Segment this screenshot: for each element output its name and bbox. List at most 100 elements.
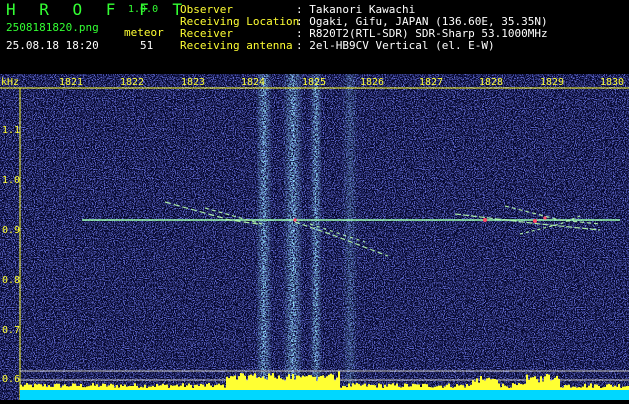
histogram-bar — [376, 387, 378, 390]
histogram-bar — [150, 386, 152, 390]
histogram-bar — [618, 384, 620, 390]
histogram-bar — [98, 386, 100, 390]
histogram-bar — [472, 380, 474, 390]
histogram-bar — [128, 386, 130, 390]
histogram-bar — [318, 376, 320, 390]
histogram-bar — [572, 386, 574, 390]
histogram-bar — [362, 384, 364, 390]
histogram-bar — [212, 387, 214, 390]
meteor-count: 51 — [140, 39, 154, 52]
histogram-bar — [470, 384, 472, 390]
histogram-bar — [574, 386, 576, 390]
histogram-bar — [488, 377, 490, 390]
histogram-bar — [270, 375, 272, 390]
histogram-bar — [294, 379, 296, 390]
x-tick-1827: 1827 — [419, 77, 444, 88]
histogram-bar — [402, 386, 404, 390]
histogram-bar — [78, 385, 80, 390]
histogram-bar — [336, 377, 338, 390]
histogram-bar — [586, 387, 588, 390]
histogram-bar — [404, 383, 406, 390]
histogram-bar — [96, 384, 98, 390]
histogram-bar — [518, 383, 520, 390]
histogram-bar — [282, 379, 284, 390]
histogram-bar — [408, 386, 410, 390]
histogram-bar — [450, 387, 452, 390]
histogram-bar — [568, 384, 570, 390]
histogram-bar — [240, 373, 242, 390]
histogram-bar — [44, 384, 46, 390]
x-tick-1822: 1822 — [120, 77, 145, 88]
histogram-bar — [262, 376, 264, 390]
histogram-bar — [372, 384, 374, 390]
histogram-bar — [148, 386, 150, 390]
histogram-bar — [146, 387, 148, 390]
histogram-bar — [562, 387, 564, 390]
histogram-bar — [274, 377, 276, 390]
histogram-bar — [458, 385, 460, 390]
histogram-bar — [52, 386, 54, 390]
histogram-bar — [118, 387, 120, 390]
histogram-bar — [50, 386, 52, 390]
x-tick-1824: 1824 — [241, 77, 266, 88]
histogram-bar — [352, 383, 354, 390]
histogram-bar — [424, 383, 426, 390]
app-version: 1.0.0 — [128, 4, 159, 15]
histogram-bar — [304, 376, 306, 390]
histogram-bar — [342, 385, 344, 390]
histogram-bar — [134, 383, 136, 390]
histogram-bar — [420, 387, 422, 390]
y-tick-0-9: 0.9 — [2, 225, 21, 236]
histogram-bar — [238, 376, 240, 390]
histogram-bar — [144, 384, 146, 390]
histogram-bar — [626, 386, 628, 390]
histogram-bar — [160, 385, 162, 390]
histogram-bar — [226, 376, 228, 390]
histogram-bar — [378, 383, 380, 390]
histogram-bar — [514, 383, 516, 390]
histogram-bar — [206, 384, 208, 390]
histogram-bar — [422, 383, 424, 390]
histogram-bar — [82, 387, 84, 390]
histogram-bar — [350, 386, 352, 390]
histogram-bar — [392, 383, 394, 390]
histogram-bar — [84, 387, 86, 390]
histogram-bar — [596, 384, 598, 390]
histogram-bar — [62, 385, 64, 390]
histogram-bar — [22, 386, 24, 390]
histogram-bar — [196, 384, 198, 390]
histogram-bar — [576, 387, 578, 390]
histogram-bar — [506, 386, 508, 390]
histogram-bar — [382, 387, 384, 390]
histogram-bar — [386, 386, 388, 390]
histogram-bar — [312, 376, 314, 390]
histogram-bar — [102, 383, 104, 390]
histogram-bar — [388, 383, 390, 390]
histogram-bar — [464, 387, 466, 390]
histogram-bar — [560, 387, 562, 390]
histogram-bar — [120, 384, 122, 390]
histogram-bar — [462, 385, 464, 390]
histogram-bar — [126, 386, 128, 390]
histogram-bar — [260, 377, 262, 390]
histogram-bar — [438, 385, 440, 390]
histogram-bar — [444, 386, 446, 390]
histogram-bar — [580, 387, 582, 390]
histogram-bar — [24, 384, 26, 390]
histogram-bar — [558, 378, 560, 390]
histogram-bar — [530, 377, 532, 390]
histogram-bar — [582, 386, 584, 390]
histogram-bar — [256, 377, 258, 390]
y-tick-0-7: 0.7 — [2, 325, 21, 336]
histogram-bar — [244, 375, 246, 390]
histogram-bar — [38, 383, 40, 390]
histogram-bar — [208, 383, 210, 390]
histogram-bar — [440, 385, 442, 390]
histogram-bar — [456, 384, 458, 390]
histogram-bar — [116, 385, 118, 390]
histogram-bar — [122, 386, 124, 390]
histogram-bar — [290, 378, 292, 390]
histogram-bar — [140, 386, 142, 390]
spectrogram-image — [0, 74, 629, 400]
histogram-bar — [550, 380, 552, 390]
